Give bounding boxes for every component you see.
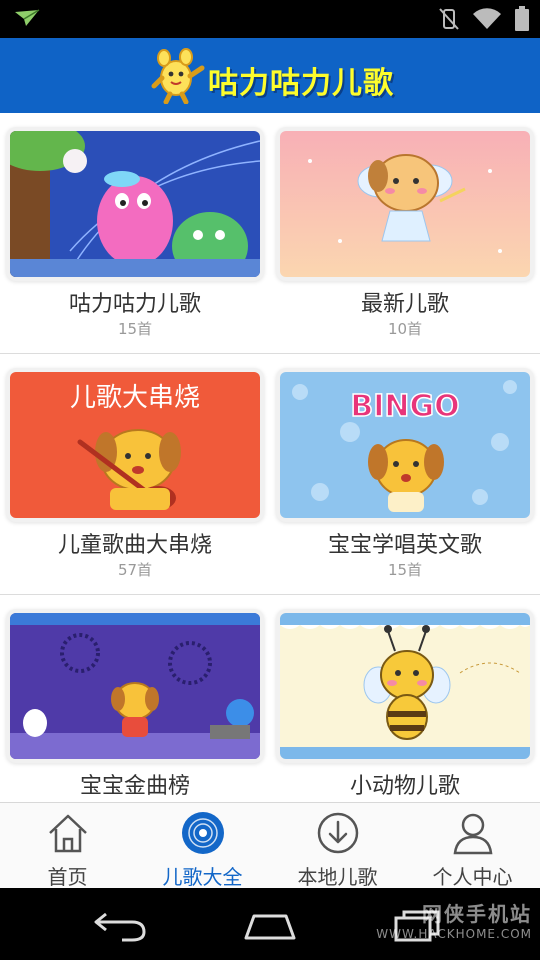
category-tile[interactable]: 咕力咕力儿歌 15首 [10, 131, 260, 351]
category-title: 最新儿歌 [360, 292, 449, 317]
watermark: 网侠手机站 WWW.HACKHOME.COM [376, 898, 532, 941]
category-thumbnail[interactable] [10, 131, 260, 277]
wifi-icon [472, 7, 502, 35]
app-title: 咕力咕力儿歌 [208, 66, 394, 101]
mascot-logo [150, 48, 208, 105]
song-count: 57首 [117, 561, 153, 579]
tab-songs[interactable]: 儿歌大全 [135, 803, 270, 889]
watermark-name: 网侠手机站 [422, 902, 532, 926]
category-tile[interactable]: 小动物儿歌 [280, 613, 530, 803]
system-nav-bar: 网侠手机站 WWW.HACKHOME.COM [0, 888, 540, 960]
watermark-url: WWW.HACKHOME.COM [376, 927, 532, 941]
tab-local[interactable]: 本地儿歌 [270, 803, 405, 889]
home-icon [46, 811, 90, 855]
category-thumbnail[interactable]: BINGO [280, 372, 530, 518]
tab-label: 本地儿歌 [297, 865, 378, 889]
grid-row: 宝宝金曲榜 小动物儿歌 [0, 595, 540, 803]
category-thumbnail[interactable]: 儿歌大串烧 [10, 372, 260, 518]
disc-icon [181, 811, 225, 855]
battery-icon [514, 6, 530, 36]
category-title: 宝宝学唱英文歌 [327, 533, 482, 558]
vibrate-off-icon [438, 7, 460, 35]
category-title: 儿童歌曲大串烧 [57, 533, 212, 558]
song-count: 15首 [117, 320, 153, 338]
category-tile[interactable]: 宝宝金曲榜 [10, 613, 260, 803]
person-icon [451, 811, 495, 855]
category-thumbnail[interactable] [280, 613, 530, 759]
category-title: 宝宝金曲榜 [79, 774, 190, 799]
song-count: 15首 [387, 561, 423, 579]
app-header: 咕力咕力儿歌 [0, 38, 540, 113]
tab-profile[interactable]: 个人中心 [405, 803, 540, 889]
category-title: 小动物儿歌 [349, 774, 460, 799]
tab-label: 儿歌大全 [162, 865, 243, 889]
category-title: 咕力咕力儿歌 [68, 292, 201, 317]
home-button[interactable] [240, 908, 300, 946]
category-thumbnail[interactable] [280, 131, 530, 277]
download-icon [316, 811, 360, 855]
category-tile[interactable]: 最新儿歌 10首 [280, 131, 530, 351]
grid-row: 咕力咕力儿歌 15首 最新儿歌 10首 [0, 113, 540, 354]
thumbnail-banner: 儿歌大串烧 [70, 383, 200, 413]
category-thumbnail[interactable] [10, 613, 260, 759]
back-button[interactable] [92, 908, 148, 946]
category-tile[interactable]: 儿歌大串烧 儿童歌曲大串烧 57首 [10, 372, 260, 592]
tab-label: 个人中心 [432, 865, 513, 889]
bottom-tab-bar: 首页 儿歌大全 本地儿歌 个人中心 [0, 802, 540, 889]
song-count: 10首 [387, 320, 423, 338]
status-bar [0, 0, 540, 38]
tab-label: 首页 [47, 865, 88, 889]
grid-row: 儿歌大串烧 儿童歌曲大串烧 57首 BINGO 宝宝学唱英文歌 15首 [0, 354, 540, 595]
category-tile[interactable]: BINGO 宝宝学唱英文歌 15首 [280, 372, 530, 592]
thumbnail-banner: BINGO [350, 389, 459, 424]
tab-home[interactable]: 首页 [0, 803, 135, 889]
category-grid[interactable]: 咕力咕力儿歌 15首 最新儿歌 10首 儿歌大串烧 儿童歌曲大串烧 57首 BI… [0, 113, 540, 803]
notification-icon [14, 9, 40, 31]
